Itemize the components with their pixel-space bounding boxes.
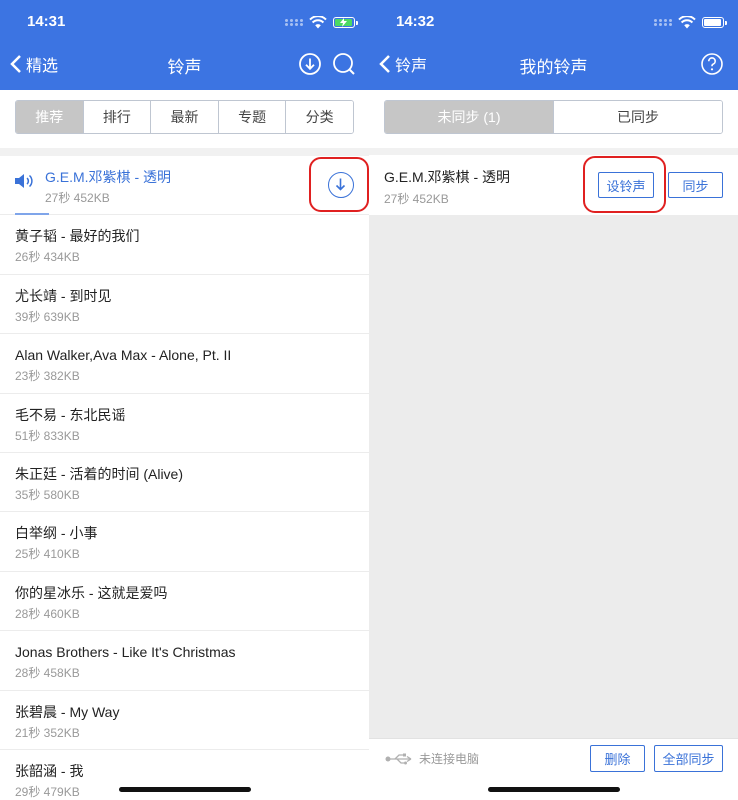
nav-header: 14:31 精选 铃声	[0, 0, 369, 90]
list-item[interactable]: 毛不易 - 东北民谣 51秒 833KB	[0, 394, 369, 453]
nav-header: 14:32 铃声 我的铃声	[369, 0, 738, 90]
connection-status: 未连接电脑	[419, 752, 480, 766]
sync-all-button[interactable]: 全部同步	[654, 745, 723, 772]
song-meta: 39秒 639KB	[15, 309, 80, 324]
list-item[interactable]: G.E.M.邓紫棋 - 透明 27秒 452KB	[0, 156, 369, 216]
status-time: 14:31	[27, 13, 66, 30]
divider	[0, 148, 369, 156]
battery-icon	[702, 16, 727, 28]
status-time: 14:32	[396, 13, 435, 30]
song-meta: 25秒 410KB	[15, 547, 80, 562]
status-icons	[654, 12, 727, 32]
tab-recommended[interactable]: 推荐	[16, 101, 84, 133]
list-item[interactable]: G.E.M.邓紫棋 - 透明 27秒 452KB 设铃声 同步	[369, 155, 738, 215]
signal-icon	[285, 18, 303, 26]
list-item[interactable]: Alan Walker,Ava Max - Alone, Pt. II 23秒 …	[0, 334, 369, 394]
song-title: 张韶涵 - 我	[15, 762, 84, 779]
song-title: Alan Walker,Ava Max - Alone, Pt. II	[15, 347, 232, 364]
highlight-box	[309, 157, 369, 212]
song-title: 黄子韬 - 最好的我们	[15, 228, 140, 245]
delete-button[interactable]: 删除	[590, 745, 645, 772]
category-tabs: 推荐 排行 最新 专题 分类	[15, 100, 354, 134]
list-item[interactable]: 张碧晨 - My Way 21秒 352KB	[0, 691, 369, 750]
song-title: 尤长靖 - 到时见	[15, 287, 112, 304]
page-title: 我的铃声	[519, 58, 588, 77]
tab-unsynced[interactable]: 未同步 (1)	[385, 101, 554, 133]
list-item[interactable]: 黄子韬 - 最好的我们 26秒 434KB	[0, 215, 369, 275]
ringtone-store-screen: 14:31 精选 铃声 推荐 排行 最新 专题 分类 G.E.M.邓紫棋 - 透…	[0, 0, 369, 800]
song-meta: 28秒 460KB	[15, 606, 80, 621]
list-item[interactable]: 张韶涵 - 我 29秒 479KB	[0, 750, 369, 800]
song-title: 张碧晨 - My Way	[15, 703, 120, 720]
list-item[interactable]: 尤长靖 - 到时见 39秒 639KB	[0, 275, 369, 335]
list-item[interactable]: 你的星冰乐 - 这就是爱吗 28秒 460KB	[0, 572, 369, 632]
sync-tabs: 未同步 (1) 已同步	[384, 100, 723, 134]
song-meta: 51秒 833KB	[15, 428, 80, 443]
wifi-icon	[309, 15, 327, 28]
tab-ranking[interactable]: 排行	[83, 101, 152, 133]
song-title: Jonas Brothers - Like It's Christmas	[15, 644, 236, 661]
song-meta: 28秒 458KB	[15, 666, 80, 681]
song-title: 朱正廷 - 活着的时间 (Alive)	[15, 465, 183, 482]
song-meta: 26秒 434KB	[15, 250, 80, 265]
home-indicator[interactable]	[488, 787, 620, 792]
tab-categories[interactable]: 分类	[286, 101, 353, 133]
wifi-icon	[678, 15, 696, 28]
song-title: 你的星冰乐 - 这就是爱吗	[15, 584, 168, 601]
my-ringtones-screen: 14:32 铃声 我的铃声 未同步 (1) 已同步 G.E.M.邓紫棋 - 透明…	[369, 0, 738, 800]
list-item[interactable]: 白举纲 - 小事 25秒 410KB	[0, 512, 369, 572]
song-meta: 23秒 382KB	[15, 369, 80, 384]
list-item[interactable]: 朱正廷 - 活着的时间 (Alive) 35秒 580KB	[0, 453, 369, 513]
download-icon[interactable]	[298, 52, 322, 76]
signal-icon	[654, 18, 672, 26]
song-meta: 35秒 580KB	[15, 487, 80, 502]
song-meta: 21秒 352KB	[15, 725, 80, 740]
speaker-icon	[15, 174, 33, 188]
search-icon[interactable]	[332, 52, 356, 76]
help-icon[interactable]	[700, 52, 724, 76]
battery-charging-icon	[333, 16, 358, 28]
song-title: 白举纲 - 小事	[15, 525, 98, 542]
sync-button[interactable]: 同步	[668, 172, 723, 198]
list-item[interactable]: Jonas Brothers - Like It's Christmas 28秒…	[0, 631, 369, 691]
tab-synced[interactable]: 已同步	[554, 101, 722, 133]
ringtone-list: G.E.M.邓紫棋 - 透明 27秒 452KB 黄子韬 - 最好的我们 26秒…	[0, 156, 369, 800]
home-indicator[interactable]	[119, 787, 251, 792]
status-icons	[285, 12, 358, 32]
highlight-box	[583, 156, 666, 213]
usb-icon	[385, 753, 412, 765]
tab-topics[interactable]: 专题	[218, 101, 287, 133]
tab-newest[interactable]: 最新	[151, 101, 219, 133]
song-title: 毛不易 - 东北民谣	[15, 406, 126, 423]
